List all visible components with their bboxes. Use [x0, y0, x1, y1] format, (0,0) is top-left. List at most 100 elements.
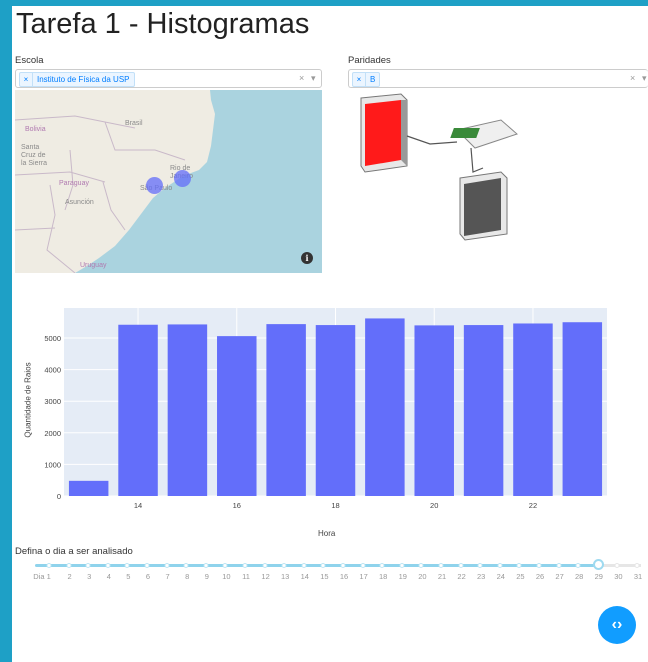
bar[interactable]: [463, 325, 504, 496]
bar[interactable]: [167, 324, 208, 496]
bar[interactable]: [315, 325, 356, 496]
slider-mark-dot[interactable]: [242, 563, 248, 568]
slider-mark-dot[interactable]: [634, 563, 640, 568]
slider-mark-dot[interactable]: [399, 563, 405, 568]
slider-mark-label[interactable]: 6: [146, 572, 150, 581]
escola-label: Escola: [15, 55, 44, 66]
slider-mark-dot[interactable]: [301, 563, 307, 568]
slider-mark-dot[interactable]: [536, 563, 542, 568]
slider-mark-dot[interactable]: [262, 563, 268, 568]
histogram-chart: 0 1000 2000 3000 4000 5000 14 16 18 20 22: [44, 308, 607, 510]
slider-mark-dot[interactable]: [477, 563, 483, 568]
slider-mark-dot[interactable]: [320, 563, 326, 568]
slider-mark-label[interactable]: 30: [614, 572, 622, 581]
bar[interactable]: [266, 324, 306, 496]
slider-mark-dot[interactable]: [497, 563, 503, 568]
slider-mark-label[interactable]: 24: [497, 572, 505, 581]
slider-mark-dot[interactable]: [360, 563, 366, 568]
slider-mark-label[interactable]: 26: [536, 572, 544, 581]
slider-mark-dot[interactable]: [85, 563, 91, 568]
info-icon[interactable]: i: [301, 252, 313, 264]
bar[interactable]: [365, 318, 405, 496]
clear-icon[interactable]: ×: [630, 73, 635, 83]
slider-mark-label[interactable]: 12: [261, 572, 269, 581]
slider-mark-label[interactable]: 11: [242, 572, 250, 581]
slider-mark-dot[interactable]: [281, 563, 287, 568]
y-tick-label: 5000: [44, 334, 61, 343]
slider-mark-dot[interactable]: [575, 563, 581, 568]
slider-mark-dot[interactable]: [105, 563, 111, 568]
slider-mark-label[interactable]: 25: [516, 572, 524, 581]
slider-mark-label[interactable]: 22: [457, 572, 465, 581]
slider-mark-label[interactable]: 13: [281, 572, 289, 581]
slider-mark-label[interactable]: 7: [166, 572, 170, 581]
slider-mark-label[interactable]: 5: [126, 572, 130, 581]
escola-dropdown[interactable]: × Instituto de Física da USP × ▾: [15, 69, 322, 88]
slider-mark-dot[interactable]: [46, 563, 52, 568]
slider-mark-label[interactable]: 4: [107, 572, 111, 581]
slider-mark-label[interactable]: 27: [555, 572, 563, 581]
slider-mark-label[interactable]: 23: [477, 572, 485, 581]
clear-icon[interactable]: ×: [299, 73, 304, 83]
slider-mark-label[interactable]: 9: [205, 572, 209, 581]
slider-mark-label[interactable]: 17: [359, 572, 367, 581]
bar[interactable]: [513, 323, 553, 496]
slider-mark-dot[interactable]: [379, 563, 385, 568]
bar[interactable]: [562, 322, 603, 496]
map-label-asuncion: Asunción: [65, 199, 94, 206]
slider-track[interactable]: [35, 564, 599, 567]
slider-mark-label[interactable]: 28: [575, 572, 583, 581]
code-icon[interactable]: ‹›: [598, 606, 636, 644]
map-marker[interactable]: [146, 177, 163, 194]
slider-mark-label[interactable]: 29: [595, 572, 603, 581]
slider-handle[interactable]: [593, 559, 604, 570]
bar[interactable]: [118, 324, 158, 496]
slider-mark-label[interactable]: 15: [320, 572, 328, 581]
slider-mark-label[interactable]: 16: [340, 572, 348, 581]
slider-mark-dot[interactable]: [203, 563, 209, 568]
map-marker[interactable]: [174, 170, 191, 187]
slider-mark-dot[interactable]: [418, 563, 424, 568]
detector-illustration: [360, 93, 518, 241]
bar[interactable]: [217, 336, 257, 496]
slider-mark-dot[interactable]: [556, 563, 562, 568]
slider-mark-dot[interactable]: [124, 563, 130, 568]
bar[interactable]: [68, 480, 109, 496]
x-tick-label: 14: [134, 501, 142, 510]
chevron-down-icon[interactable]: ▾: [311, 73, 316, 84]
paridades-chip[interactable]: × B: [352, 72, 381, 87]
slider-mark-dot[interactable]: [164, 563, 170, 568]
slider-mark-label[interactable]: 18: [379, 572, 387, 581]
slider-mark-label[interactable]: 21: [438, 572, 446, 581]
x-tick-label: 20: [430, 501, 438, 510]
slider-mark-dot[interactable]: [516, 563, 522, 568]
escola-chip[interactable]: × Instituto de Física da USP: [19, 72, 135, 87]
paridades-dropdown[interactable]: × B × ▾: [348, 69, 648, 88]
slider-mark-label[interactable]: 20: [418, 572, 426, 581]
slider-mark-label[interactable]: 2: [68, 572, 72, 581]
slider-mark-dot[interactable]: [458, 563, 464, 568]
slider-mark-label[interactable]: 8: [185, 572, 189, 581]
slider-mark-label[interactable]: 14: [301, 572, 309, 581]
chip-remove-icon[interactable]: ×: [20, 73, 33, 86]
chip-remove-icon[interactable]: ×: [353, 73, 366, 86]
map[interactable]: Brasil Bolivia Santa Cruz de la Sierra P…: [15, 90, 322, 273]
bar[interactable]: [414, 325, 454, 496]
slider-mark-dot[interactable]: [438, 563, 444, 568]
y-axis-title: Quantidade de Raios: [23, 362, 33, 438]
slider-mark-dot[interactable]: [144, 563, 150, 568]
slider-mark-dot[interactable]: [614, 563, 620, 568]
map-label-brasil: Brasil: [125, 120, 143, 127]
slider-mark-label[interactable]: 10: [222, 572, 230, 581]
slider-mark-label[interactable]: 3: [87, 572, 91, 581]
slider-mark-dot[interactable]: [340, 563, 346, 568]
slider-mark-label[interactable]: 31: [634, 572, 642, 581]
slider-label: Defina o dia a ser analisado: [15, 546, 133, 557]
x-tick-label: 18: [331, 501, 339, 510]
slider-mark-label[interactable]: 19: [399, 572, 407, 581]
slider-mark-label[interactable]: Dia 1: [33, 572, 51, 581]
chevron-down-icon[interactable]: ▾: [642, 73, 647, 84]
slider-mark-dot[interactable]: [222, 563, 228, 568]
slider-mark-dot[interactable]: [66, 563, 72, 568]
slider-mark-dot[interactable]: [183, 563, 189, 568]
